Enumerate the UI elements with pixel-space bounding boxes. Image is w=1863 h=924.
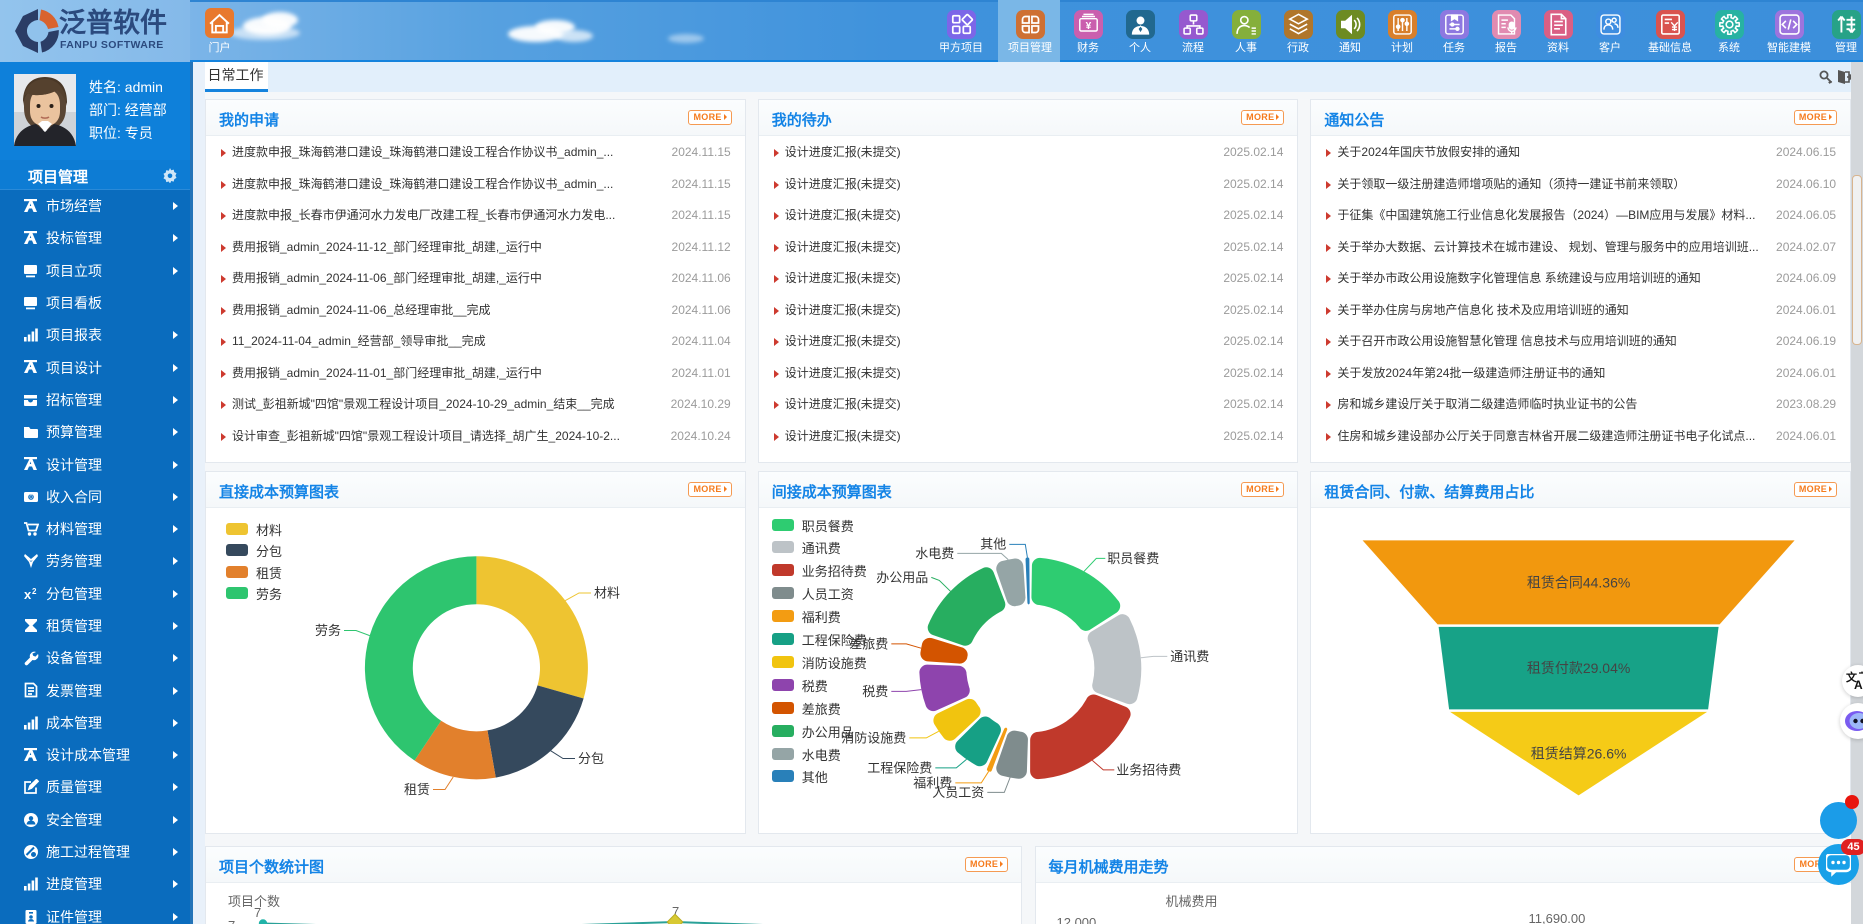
svg-text:办公用品: 办公用品 (876, 569, 928, 584)
svg-text:2: 2 (32, 587, 37, 596)
svg-text:租赁: 租赁 (404, 782, 430, 797)
svg-text:租赁结算26.6%: 租赁结算26.6% (1531, 745, 1627, 761)
svg-text:工程保险费: 工程保险费 (867, 760, 932, 775)
svg-text:通讯费: 通讯费 (1170, 648, 1209, 663)
svg-text:¥: ¥ (1085, 21, 1091, 32)
svg-text:A: A (1854, 678, 1863, 692)
svg-text:分包: 分包 (578, 751, 604, 766)
svg-text:劳务: 劳务 (315, 623, 341, 638)
svg-text:材料: 材料 (594, 585, 620, 600)
svg-text:水电费: 水电费 (915, 545, 954, 560)
svg-text:业务招待费: 业务招待费 (1116, 762, 1181, 777)
svg-text:职员餐费: 职员餐费 (1107, 550, 1159, 565)
svg-text:福利费: 福利费 (913, 775, 952, 790)
svg-text:租赁付款29.04%: 租赁付款29.04% (1527, 659, 1630, 675)
svg-text:x: x (24, 587, 32, 602)
svg-text:租赁合同44.36%: 租赁合同44.36% (1527, 574, 1630, 590)
svg-text:其他: 其他 (980, 536, 1006, 551)
